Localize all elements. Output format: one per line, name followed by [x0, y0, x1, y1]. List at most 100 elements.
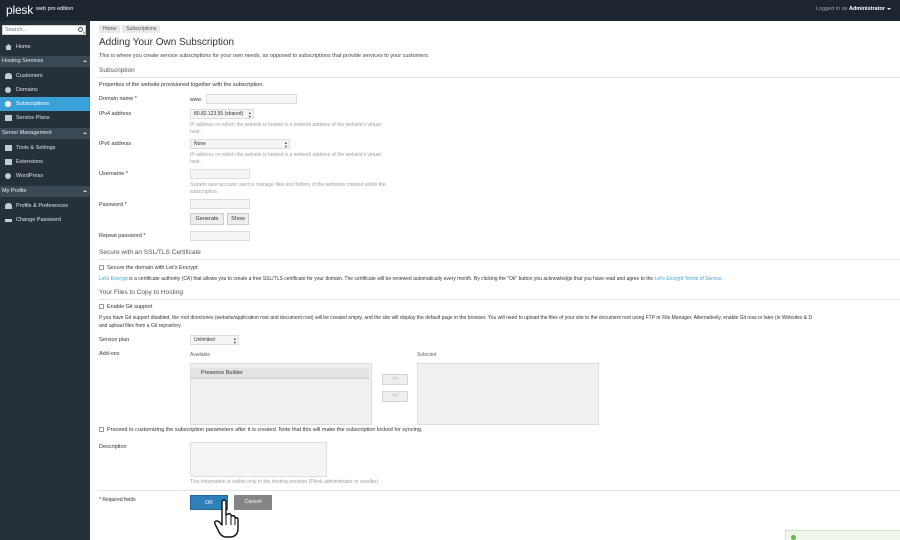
chevron-up-icon: [83, 190, 87, 192]
letsencrypt-note: Let's Encrypt is a certificate authority…: [99, 276, 724, 282]
user-name[interactable]: Administrator: [849, 6, 885, 12]
sidebar-item-tools-settings[interactable]: Tools & Settings: [0, 141, 90, 155]
sidebar-item-extensions[interactable]: Extensions: [0, 155, 90, 169]
hand-cursor-icon: [214, 499, 239, 538]
key-icon: [5, 219, 12, 222]
letsencrypt-link[interactable]: Let's Encrypt: [99, 276, 128, 282]
select-arrows-icon: ▴ ▾: [284, 140, 287, 149]
proceed-customizing-checkbox[interactable]: [99, 427, 104, 432]
subscriptions-icon: [5, 101, 11, 107]
ipv4-hint: IP address on which the website is hoste…: [190, 122, 381, 135]
plesk-logo[interactable]: plesk: [6, 3, 33, 17]
section-divider: [98, 77, 900, 78]
list-item[interactable]: Presence Builder: [191, 368, 369, 379]
remove-addon-button[interactable]: <<: [382, 391, 408, 402]
sidebar-group-server-management[interactable]: Server Management: [0, 128, 90, 139]
ipv6-hint: IP address on which the website is hoste…: [190, 152, 381, 165]
section-title-files: Your Files to Copy to Hosting: [99, 289, 183, 296]
generate-button[interactable]: Generate: [190, 213, 224, 225]
home-icon: [5, 44, 12, 50]
repeat-password-label: Repeat password *: [99, 233, 146, 239]
search-icon[interactable]: [78, 27, 83, 32]
domain-name-label: Domain name *: [99, 96, 137, 102]
chevron-up-icon: [83, 132, 87, 134]
password-input[interactable]: [190, 199, 250, 209]
main-content: Home Subscriptions Adding Your Own Subsc…: [90, 21, 900, 540]
section-divider: [98, 259, 900, 260]
git-support-checkbox[interactable]: [99, 304, 104, 309]
description-hint: This information is visible only to the …: [190, 479, 380, 485]
tools-icon: [5, 145, 12, 151]
selected-addons-list[interactable]: [417, 363, 599, 425]
top-bar: plesk web pro edition Logged in as Admin…: [0, 0, 900, 21]
username-label: Username *: [99, 171, 129, 177]
sidebar-item-service-plans[interactable]: Service Plans: [0, 111, 90, 125]
available-addons-list[interactable]: Presence Builder: [190, 363, 372, 425]
ipv6-selected-value: None: [194, 141, 206, 147]
username-input[interactable]: [190, 169, 250, 179]
breadcrumb: Home Subscriptions: [99, 25, 161, 33]
breadcrumb-subscriptions[interactable]: Subscriptions: [122, 25, 161, 33]
ipv4-label: IPv4 address: [99, 111, 132, 117]
description-label: Description: [99, 444, 127, 450]
wordpress-icon: [5, 173, 11, 179]
ipv6-select[interactable]: None ▴ ▾: [190, 139, 290, 149]
extensions-icon: [5, 159, 12, 165]
add-addon-button[interactable]: >>: [382, 374, 408, 385]
profile-icon: [5, 203, 12, 209]
service-plans-icon: [5, 115, 12, 121]
domain-prefix: www.: [190, 97, 202, 103]
ipv6-label: IPv6 address: [99, 141, 132, 147]
service-plan-select[interactable]: Unlimited ▴ ▾: [190, 335, 239, 345]
edition-label: web pro edition: [36, 6, 74, 12]
proceed-customizing-label: Proceed to customizing the subscription …: [107, 427, 423, 433]
sidebar-group-hosting-services[interactable]: Hosting Services: [0, 56, 90, 67]
sidebar-item-customers[interactable]: Customers: [0, 69, 90, 83]
sidebar-item-home[interactable]: Home: [0, 40, 90, 54]
sidebar: Home Hosting Services Customers Domains …: [0, 21, 90, 540]
chevron-up-icon: [83, 60, 87, 62]
globe-icon: [5, 87, 11, 93]
letsencrypt-terms-link[interactable]: Let's Encrypt Terms of Service.: [655, 276, 724, 282]
customers-icon: [5, 73, 12, 79]
chevron-down-icon: [887, 7, 891, 10]
git-note-line2: and upload files from a Git repository.: [99, 323, 182, 329]
selected-label: Selected: [417, 352, 437, 358]
ipv4-select[interactable]: 80.82.123.55 (shared) ▴ ▾: [190, 109, 254, 119]
available-label: Available: [190, 352, 211, 358]
select-arrows-icon: ▴ ▾: [233, 336, 236, 345]
git-support-label: Enable Git support: [107, 304, 153, 310]
service-plan-value: Unlimited: [194, 337, 215, 343]
page-title: Adding Your Own Subscription: [99, 37, 235, 48]
page-intro: This is where you create service subscri…: [99, 53, 430, 59]
sidebar-item-domains[interactable]: Domains: [0, 83, 90, 97]
user-menu[interactable]: Logged in as Administrator: [816, 6, 891, 12]
notification-toast[interactable]: [785, 530, 900, 540]
addons-label: Add-ons: [99, 351, 120, 357]
section-title-subscription: Subscription: [99, 67, 135, 74]
logged-in-label: Logged in as: [815, 6, 848, 12]
show-password-button[interactable]: Show: [227, 213, 249, 225]
username-hint: System user account used to manage files…: [190, 182, 386, 195]
letsencrypt-checkbox-label: Secure the domain with Let's Encrypt: [107, 265, 198, 271]
domain-name-input[interactable]: [206, 94, 297, 104]
sidebar-item-subscriptions[interactable]: Subscriptions: [0, 97, 90, 111]
sidebar-item-profile-preferences[interactable]: Profile & Preferences: [0, 199, 90, 213]
section-divider: [98, 299, 900, 300]
repeat-password-input[interactable]: [190, 231, 250, 241]
sidebar-item-wordpress[interactable]: WordPress: [0, 169, 90, 183]
subscription-desc: Properties of the website provisioned to…: [99, 82, 264, 88]
section-title-ssl: Secure with an SSL/TLS Certificate: [99, 249, 201, 256]
sidebar-group-my-profile[interactable]: My Profile: [0, 186, 90, 197]
service-plan-label: Service plan: [99, 337, 130, 343]
sidebar-item-change-password[interactable]: Change Password: [0, 213, 90, 227]
breadcrumb-home[interactable]: Home: [99, 25, 121, 33]
search-input[interactable]: [3, 26, 73, 34]
password-label: Password *: [99, 202, 127, 208]
sidebar-search[interactable]: [2, 25, 86, 35]
select-arrows-icon: ▴ ▾: [248, 110, 251, 119]
git-note-line1: If you have Git support disabled, the ro…: [99, 315, 813, 321]
letsencrypt-checkbox[interactable]: [99, 265, 104, 270]
description-textarea[interactable]: [190, 442, 327, 477]
section-divider: [98, 490, 900, 491]
